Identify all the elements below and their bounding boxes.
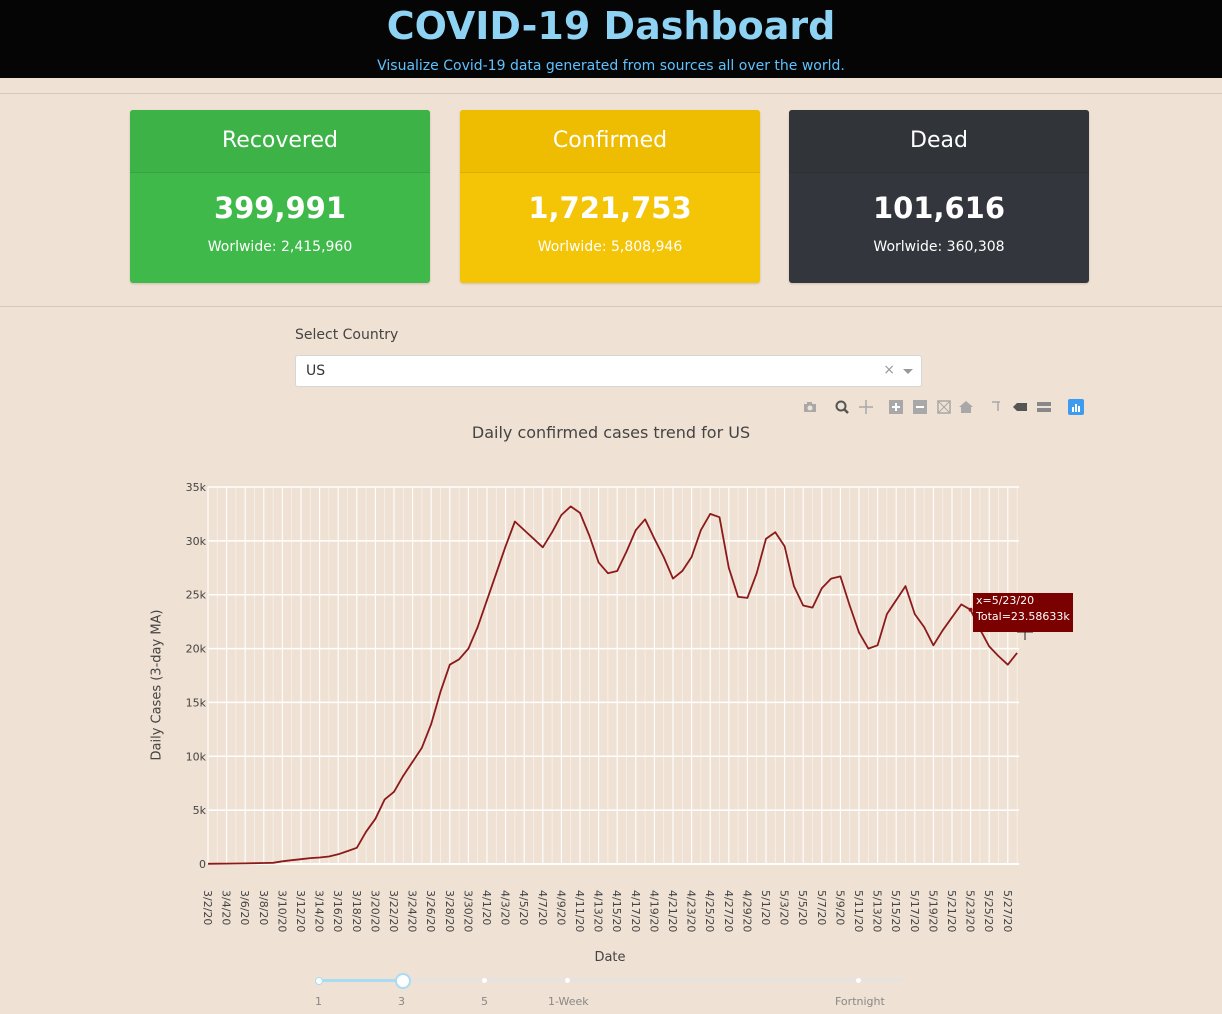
y-tick-label: 10k xyxy=(186,750,207,763)
y-tick-label: 35k xyxy=(186,481,207,494)
x-tick-label: 5/17/20 xyxy=(908,890,921,932)
x-tick-label: 4/1/20 xyxy=(480,890,493,925)
slider-dot[interactable] xyxy=(482,978,487,983)
x-tick-label: 3/14/20 xyxy=(313,890,326,932)
x-tick-label: 5/23/20 xyxy=(964,890,977,932)
x-tick-label: 3/22/20 xyxy=(387,890,400,932)
slider-track xyxy=(318,979,402,982)
y-tick-label: 15k xyxy=(186,696,207,709)
slider-label: 1 xyxy=(315,995,322,1008)
x-tick-label: 3/24/20 xyxy=(406,890,419,932)
x-tick-label: 3/26/20 xyxy=(424,890,437,932)
x-tick-label: 3/4/20 xyxy=(220,890,233,925)
x-tick-label: 4/13/20 xyxy=(592,890,605,932)
x-tick-label: 4/17/20 xyxy=(629,890,642,932)
x-tick-label: 5/11/20 xyxy=(852,890,865,932)
hover-tooltip: x=5/23/20 Total=23.58633k xyxy=(973,593,1073,632)
x-tick-label: 4/9/20 xyxy=(554,890,567,925)
x-tick-label: 4/29/20 xyxy=(740,890,753,932)
x-tick-label: 4/27/20 xyxy=(722,890,735,932)
y-tick-label: 25k xyxy=(186,589,207,602)
x-tick-label: 3/8/20 xyxy=(257,890,270,925)
x-tick-label: 4/15/20 xyxy=(610,890,623,932)
hover-total-text: Total=23.58633k xyxy=(976,610,1070,623)
x-tick-label: 3/28/20 xyxy=(443,890,456,932)
slider-dot[interactable] xyxy=(565,978,570,983)
x-tick-label: 5/15/20 xyxy=(889,890,902,932)
x-tick-label: 5/7/20 xyxy=(815,890,828,925)
x-tick-label: 3/6/20 xyxy=(238,890,251,925)
x-tick-label: 5/1/20 xyxy=(759,890,772,925)
x-tick-label: 4/21/20 xyxy=(666,890,679,932)
x-tick-label: 3/12/20 xyxy=(294,890,307,932)
x-tick-label: 5/19/20 xyxy=(926,890,939,932)
x-tick-label: 5/3/20 xyxy=(778,890,791,925)
x-tick-label: 3/16/20 xyxy=(331,890,344,932)
x-tick-label: 3/20/20 xyxy=(368,890,381,932)
y-tick-label: 20k xyxy=(186,643,207,656)
x-tick-label: 3/2/20 xyxy=(201,890,214,925)
slider-label: Fortnight xyxy=(835,995,885,1008)
x-tick-label: 3/18/20 xyxy=(350,890,363,932)
slider-label: 1-Week xyxy=(548,995,589,1008)
x-tick-label: 5/27/20 xyxy=(1001,890,1014,932)
y-tick-label: 5k xyxy=(193,804,207,817)
slider-dot[interactable] xyxy=(856,978,861,983)
x-tick-label: 4/5/20 xyxy=(517,890,530,925)
slider-label: 5 xyxy=(481,995,488,1008)
y-tick-label: 30k xyxy=(186,535,207,548)
slider-label: 3 xyxy=(398,995,405,1008)
x-tick-label: 4/3/20 xyxy=(499,890,512,925)
line-chart[interactable]: 0 5k 10k 15k 20k 25k 30k 35k 3/2/20 3/4/20 3/6/20 3… xyxy=(0,0,1222,1014)
x-tick-label: 4/23/20 xyxy=(685,890,698,932)
x-tick-label: 3/10/20 xyxy=(275,890,288,932)
slider-dot[interactable] xyxy=(315,977,323,985)
y-tick-label: 0 xyxy=(199,858,206,871)
x-tick-label: 4/7/20 xyxy=(536,890,549,925)
slider-handle[interactable] xyxy=(395,973,411,989)
x-tick-label: 4/19/20 xyxy=(647,890,660,932)
x-tick-label: 4/11/20 xyxy=(573,890,586,932)
x-tick-label: 5/25/20 xyxy=(982,890,995,932)
x-tick-label: 5/21/20 xyxy=(945,890,958,932)
x-tick-label: 3/30/20 xyxy=(461,890,474,932)
hover-point xyxy=(968,607,973,612)
x-tick-label: 4/25/20 xyxy=(703,890,716,932)
hover-x-text: x=5/23/20 xyxy=(976,594,1035,607)
x-tick-label: 5/9/20 xyxy=(833,890,846,925)
x-tick-label: 5/5/20 xyxy=(796,890,809,925)
x-tick-label: 5/13/20 xyxy=(871,890,884,932)
